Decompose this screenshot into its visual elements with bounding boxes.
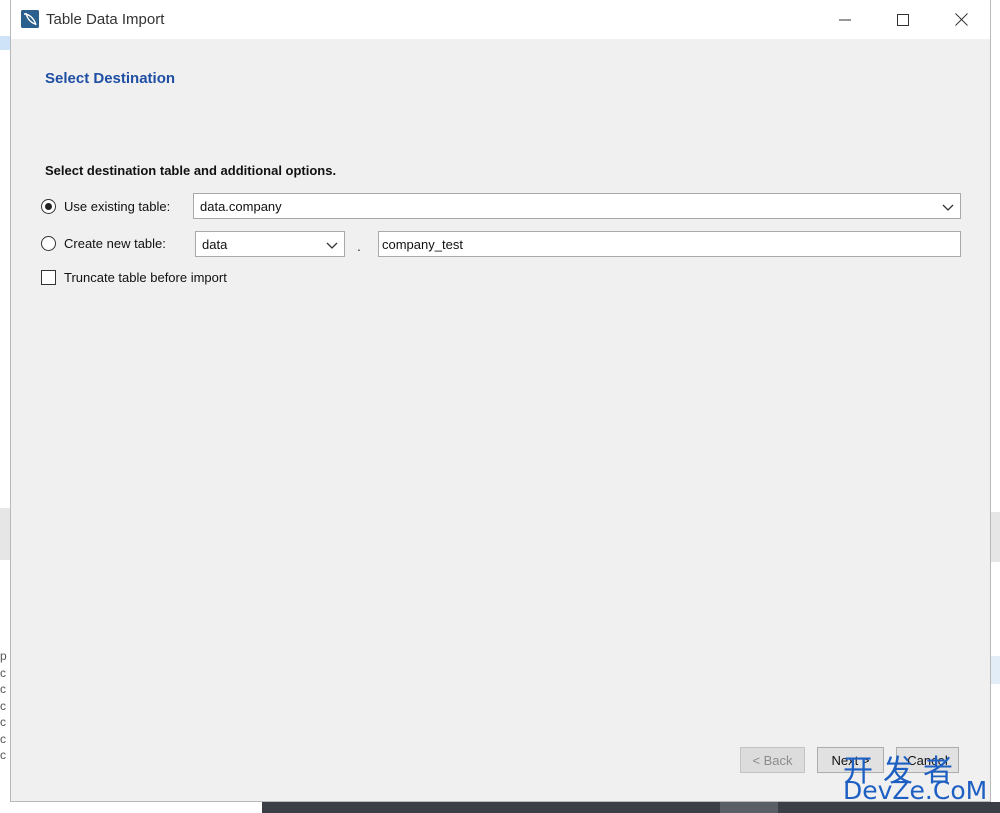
- cancel-button[interactable]: Cancel: [896, 747, 959, 773]
- new-table-name-field-wrapper: [378, 231, 961, 257]
- close-button[interactable]: [932, 0, 990, 39]
- section-label: Select destination table and additional …: [45, 163, 337, 178]
- truncate-table-checkbox[interactable]: [41, 270, 56, 285]
- existing-table-select[interactable]: data.company: [193, 193, 961, 219]
- background-highlight-right: [991, 656, 1000, 684]
- title-bar[interactable]: Table Data Import: [11, 0, 990, 39]
- create-new-table-radio[interactable]: [41, 236, 56, 251]
- window-title: Table Data Import: [46, 11, 165, 28]
- back-button[interactable]: < Back: [740, 747, 805, 773]
- new-table-name-input[interactable]: [379, 232, 960, 256]
- close-icon: [954, 13, 968, 26]
- use-existing-table-radio[interactable]: [41, 199, 56, 214]
- table-data-import-window: Table Data Import Select Destination Sel…: [10, 0, 991, 802]
- background-selection-highlight: [0, 36, 10, 50]
- schema-select[interactable]: data: [195, 231, 345, 257]
- use-existing-table-option[interactable]: Use existing table:: [41, 199, 170, 214]
- existing-table-value: data.company: [200, 199, 282, 214]
- schema-table-separator: .: [357, 238, 361, 254]
- minimize-button[interactable]: [816, 0, 874, 39]
- page-heading: Select Destination: [45, 70, 176, 87]
- maximize-icon: [897, 13, 909, 26]
- mysql-workbench-icon: [21, 10, 39, 28]
- next-button[interactable]: Next >: [817, 747, 884, 773]
- maximize-button[interactable]: [874, 0, 932, 39]
- background-panel-right: [991, 512, 1000, 562]
- taskbar: [262, 802, 1000, 813]
- truncate-table-option[interactable]: Truncate table before import: [41, 270, 227, 285]
- background-text-fragment: p c c c c c c: [0, 649, 7, 762]
- chevron-down-icon: [326, 242, 338, 249]
- background-window-right: [991, 0, 1000, 813]
- use-existing-table-label: Use existing table:: [64, 199, 171, 214]
- create-new-table-label: Create new table:: [64, 236, 166, 251]
- minimize-icon: [839, 19, 851, 20]
- taskbar-item[interactable]: [720, 802, 778, 813]
- background-panel-left: [0, 508, 10, 560]
- truncate-table-label: Truncate table before import: [64, 270, 227, 285]
- chevron-down-icon: [942, 204, 954, 211]
- create-new-table-option[interactable]: Create new table:: [41, 236, 166, 251]
- schema-value: data: [202, 237, 228, 252]
